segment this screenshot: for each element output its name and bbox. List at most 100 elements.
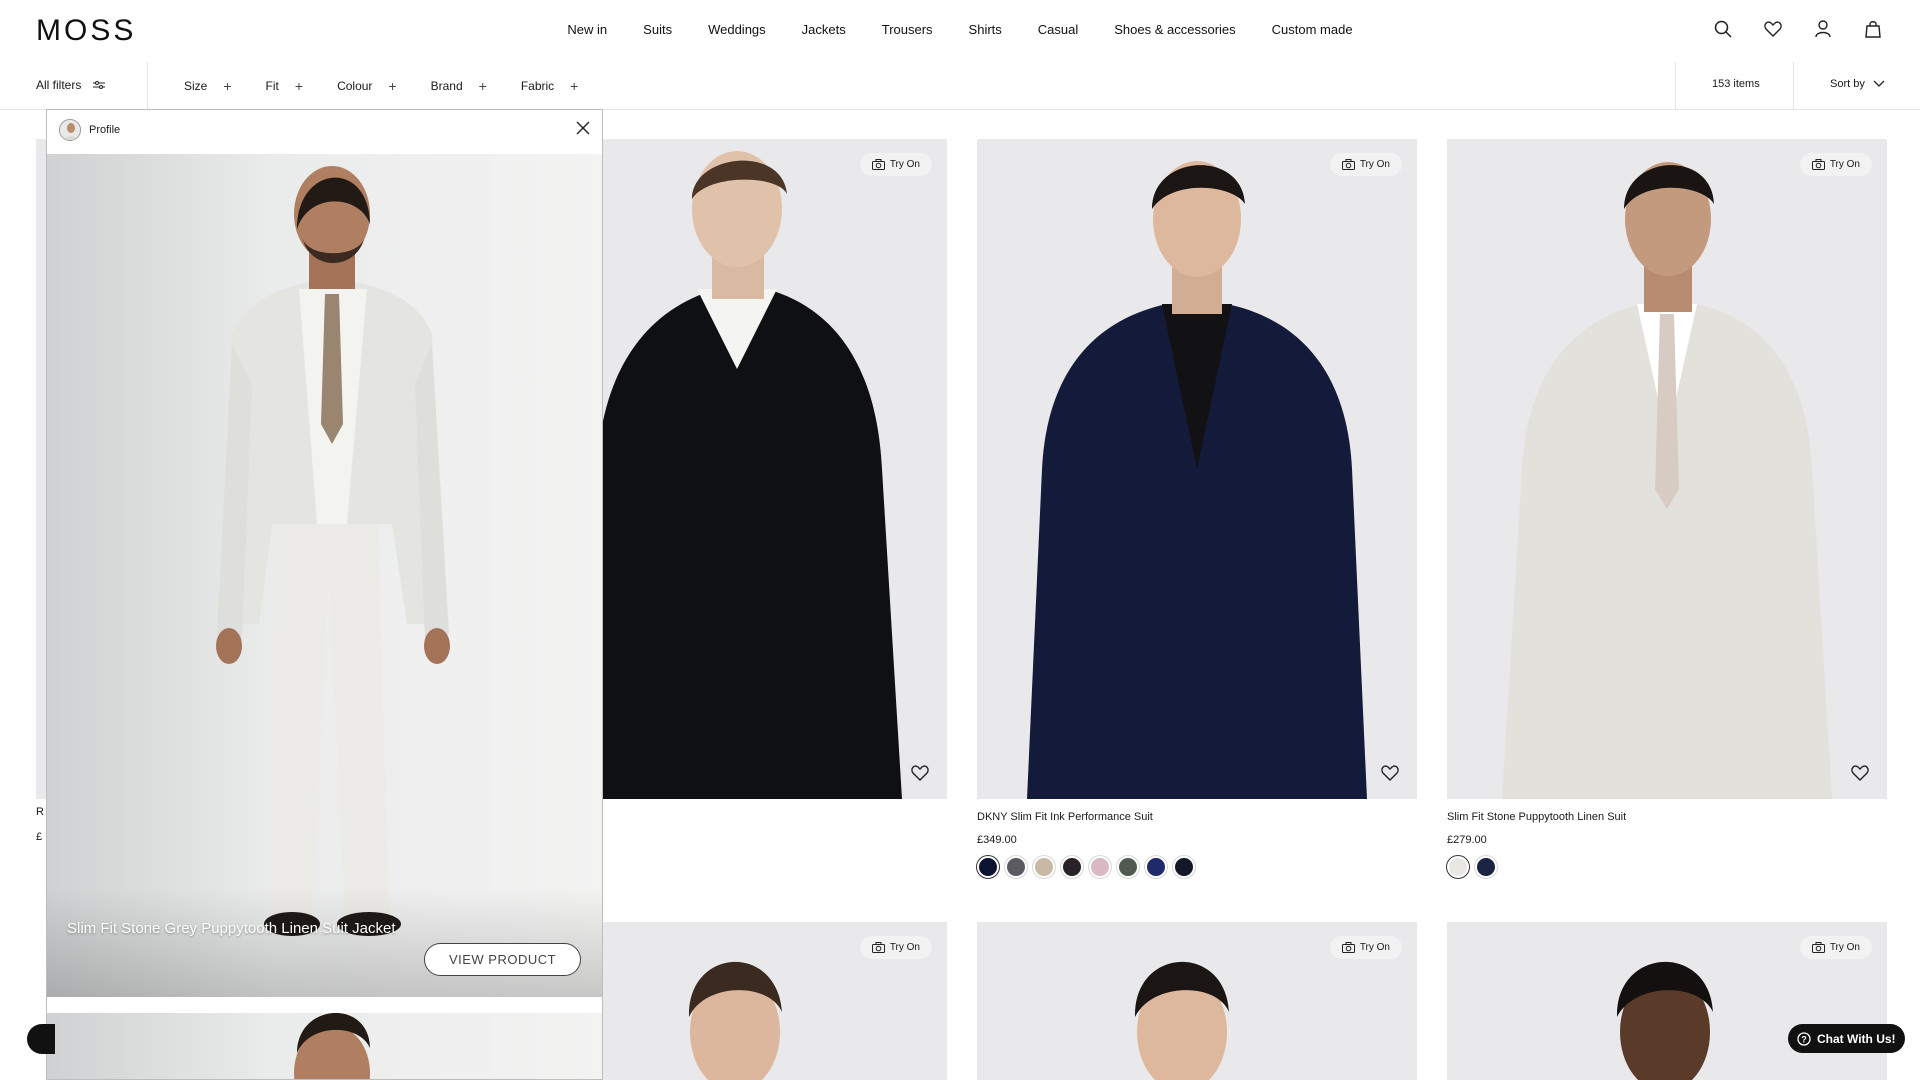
try-on-label: Try On xyxy=(1359,159,1390,170)
plus-icon: + xyxy=(223,78,232,94)
colour-swatches xyxy=(977,856,1417,878)
popup-product-caption: Slim Fit Stone Grey Puppytooth Linen Sui… xyxy=(67,920,396,937)
model-figure xyxy=(216,166,450,936)
avatar[interactable] xyxy=(59,119,81,141)
try-on-button[interactable]: Try On xyxy=(859,153,932,176)
profile-popup: Profile Slim Fit Stone Grey Puppytooth L… xyxy=(46,109,603,1080)
heart-icon[interactable] xyxy=(1381,765,1399,781)
search-icon[interactable] xyxy=(1712,18,1734,40)
product-name[interactable]: R xyxy=(36,806,44,818)
product-card: Try On Slim Fit Stone Puppytooth Linen S… xyxy=(1447,139,1887,878)
try-on-button[interactable]: Try On xyxy=(859,936,932,959)
site-header: MOSS New in Suits Weddings Jackets Trous… xyxy=(0,0,1920,62)
product-image[interactable]: Try On xyxy=(1447,922,1887,1080)
nav-jackets[interactable]: Jackets xyxy=(802,22,846,37)
product-name[interactable]: DKNY Slim Fit Ink Performance Suit xyxy=(977,811,1417,823)
try-on-button[interactable]: Try On xyxy=(1329,153,1402,176)
try-on-label: Try On xyxy=(1359,942,1390,953)
nav-new-in[interactable]: New in xyxy=(567,22,607,37)
product-image[interactable]: Try On xyxy=(1447,139,1887,799)
colour-swatch[interactable] xyxy=(1005,856,1027,878)
plus-icon: + xyxy=(478,78,487,94)
close-icon[interactable] xyxy=(576,121,590,135)
filter-brand[interactable]: Brand + xyxy=(431,78,487,94)
filter-bar: All filters Size + Fit + Colour + Brand + Fa… xyxy=(0,62,1920,110)
chat-label: Chat With Us! xyxy=(1817,1031,1896,1046)
bag-icon[interactable] xyxy=(1862,18,1884,40)
camera-icon xyxy=(1341,942,1355,953)
try-on-button[interactable]: Try On xyxy=(1799,153,1872,176)
svg-text:?: ? xyxy=(1801,1034,1807,1044)
account-icon[interactable] xyxy=(1812,18,1834,40)
plus-icon: + xyxy=(388,78,397,94)
filter-size[interactable]: Size + xyxy=(184,78,232,94)
chevron-down-icon xyxy=(1873,80,1885,87)
nav-casual[interactable]: Casual xyxy=(1038,22,1078,37)
colour-swatch[interactable] xyxy=(1089,856,1111,878)
product-name[interactable]: Slim Fit Stone Puppytooth Linen Suit xyxy=(1447,811,1887,823)
help-icon: ? xyxy=(1797,1031,1811,1046)
filter-fabric-label: Fabric xyxy=(520,79,555,93)
model-figure xyxy=(1502,162,1832,799)
camera-icon xyxy=(871,942,885,953)
filter-list: Size + Fit + Colour + Brand + Fabric + xyxy=(184,78,578,94)
nav-shirts[interactable]: Shirts xyxy=(969,22,1002,37)
popup-header: Profile xyxy=(47,110,602,154)
all-filters-label: All filters xyxy=(36,78,82,92)
header-icons xyxy=(1712,18,1884,40)
colour-swatch[interactable] xyxy=(1447,856,1469,878)
heart-icon[interactable] xyxy=(1762,18,1784,40)
filter-colour-label: Colour xyxy=(337,79,373,93)
main-nav: New in Suits Weddings Jackets Trousers S… xyxy=(0,22,1920,37)
colour-swatch[interactable] xyxy=(1145,856,1167,878)
product-price: £279.00 xyxy=(1447,834,1487,846)
colour-swatch[interactable] xyxy=(1173,856,1195,878)
nav-weddings[interactable]: Weddings xyxy=(708,22,766,37)
colour-swatches xyxy=(1447,856,1887,878)
model-figure xyxy=(1027,161,1367,799)
nav-trousers[interactable]: Trousers xyxy=(882,22,933,37)
sliders-icon xyxy=(93,81,106,89)
sort-dropdown[interactable]: Sort by xyxy=(1830,78,1885,90)
camera-icon xyxy=(871,159,885,170)
try-on-label: Try On xyxy=(1829,159,1860,170)
filter-fabric[interactable]: Fabric + xyxy=(521,78,579,94)
colour-swatch[interactable] xyxy=(977,856,999,878)
items-count: 153 items xyxy=(1712,78,1760,90)
popup-title: Profile xyxy=(89,124,121,136)
plus-icon: + xyxy=(570,78,579,94)
plus-icon: + xyxy=(294,78,304,94)
product-price: £ xyxy=(36,831,43,843)
popup-video[interactable] xyxy=(47,154,602,997)
camera-icon xyxy=(1811,942,1825,953)
try-on-button[interactable]: Try On xyxy=(1799,936,1872,959)
colour-swatch[interactable] xyxy=(1475,856,1497,878)
help-button[interactable] xyxy=(27,1024,55,1054)
camera-icon xyxy=(1341,159,1355,170)
try-on-label: Try On xyxy=(889,942,920,953)
chat-button[interactable]: ? Chat With Us! xyxy=(1788,1024,1905,1053)
colour-swatch[interactable] xyxy=(1033,856,1055,878)
filter-fit[interactable]: Fit + xyxy=(266,78,304,94)
divider xyxy=(1675,62,1676,110)
heart-icon[interactable] xyxy=(1851,765,1869,781)
all-filters-button[interactable]: All filters xyxy=(36,78,106,92)
colour-swatch[interactable] xyxy=(1061,856,1083,878)
product-price: £349.00 xyxy=(977,834,1017,846)
try-on-button[interactable]: Try On xyxy=(1329,936,1402,959)
product-card: Try On DKNY Slim Fit Ink Performance Sui… xyxy=(977,139,1417,878)
heart-icon[interactable] xyxy=(911,765,929,781)
filter-colour[interactable]: Colour + xyxy=(337,78,397,94)
try-on-label: Try On xyxy=(889,159,920,170)
view-product-button[interactable]: VIEW PRODUCT xyxy=(424,943,581,976)
sort-label: Sort by xyxy=(1830,78,1865,90)
product-image[interactable]: Try On xyxy=(977,922,1417,1080)
model-figure xyxy=(294,1013,370,1079)
nav-shoes-accessories[interactable]: Shoes & accessories xyxy=(1114,22,1235,37)
nav-custom-made[interactable]: Custom made xyxy=(1272,22,1353,37)
camera-icon xyxy=(1811,159,1825,170)
popup-next-video[interactable] xyxy=(47,1013,602,1079)
colour-swatch[interactable] xyxy=(1117,856,1139,878)
nav-suits[interactable]: Suits xyxy=(643,22,672,37)
product-image[interactable]: Try On xyxy=(977,139,1417,799)
